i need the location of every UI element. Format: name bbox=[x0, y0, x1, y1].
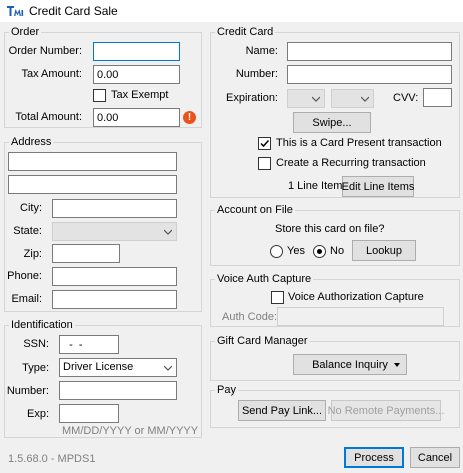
balance-inquiry-label: Balance Inquiry bbox=[312, 358, 388, 371]
card-name-label: Name: bbox=[245, 45, 278, 57]
state-label: State: bbox=[13, 225, 42, 237]
tax-amount-input[interactable] bbox=[93, 65, 180, 84]
credit-card-legend: Credit Card bbox=[215, 26, 276, 38]
exp-input[interactable] bbox=[59, 404, 119, 423]
cvv-label: CVV: bbox=[393, 92, 419, 104]
card-present-checkbox[interactable] bbox=[258, 137, 271, 150]
dropdown-triangle-icon bbox=[394, 363, 400, 367]
version-label: 1.5.68.0 - MPDS1 bbox=[8, 453, 96, 465]
recurring-checkbox[interactable] bbox=[258, 157, 271, 170]
card-number-label: Number: bbox=[235, 68, 278, 80]
tax-exempt-label: Tax Exempt bbox=[111, 89, 169, 101]
chevron-down-icon bbox=[312, 96, 320, 102]
tmi-logo-icon bbox=[6, 4, 24, 18]
warning-icon: ! bbox=[183, 111, 196, 124]
address-line2-input[interactable] bbox=[8, 175, 177, 194]
phone-input[interactable] bbox=[52, 267, 177, 286]
tax-amount-label: Tax Amount: bbox=[21, 68, 82, 80]
total-amount-label: Total Amount: bbox=[15, 111, 82, 123]
exp-month-select[interactable] bbox=[287, 89, 325, 108]
pay-legend: Pay bbox=[215, 384, 238, 396]
store-no-label: No bbox=[330, 245, 345, 257]
account-on-file-legend: Account on File bbox=[215, 204, 295, 216]
line-item-count: 1 Line Item bbox=[288, 180, 343, 192]
ssn-input[interactable] bbox=[59, 335, 119, 354]
address-line1-input[interactable] bbox=[8, 152, 177, 171]
order-number-label: Order Number: bbox=[8, 45, 82, 57]
address-legend: Address bbox=[9, 136, 54, 148]
order-number-input[interactable] bbox=[93, 42, 180, 61]
no-remote-payments-button[interactable]: No Remote Payments... bbox=[328, 400, 444, 421]
voice-auth-legend: Voice Auth Capture bbox=[215, 273, 314, 285]
cancel-button[interactable]: Cancel bbox=[410, 447, 460, 468]
card-number-input[interactable] bbox=[287, 65, 452, 84]
window-title: Credit Card Sale bbox=[29, 4, 118, 18]
gift-card-legend: Gift Card Manager bbox=[215, 335, 310, 347]
voice-auth-label: Voice Authorization Capture bbox=[288, 291, 424, 303]
recurring-label: Create a Recurring transaction bbox=[276, 157, 426, 169]
title-bar: Credit Card Sale bbox=[0, 0, 463, 22]
tax-exempt-checkbox[interactable] bbox=[93, 89, 106, 102]
balance-inquiry-button[interactable]: Balance Inquiry bbox=[293, 354, 407, 375]
exp-year-select[interactable] bbox=[331, 89, 374, 108]
id-number-input[interactable] bbox=[59, 381, 177, 400]
state-select[interactable] bbox=[52, 222, 177, 241]
voice-auth-checkbox[interactable] bbox=[271, 291, 284, 304]
store-no-radio[interactable] bbox=[313, 245, 326, 258]
chevron-down-icon bbox=[164, 365, 172, 371]
type-label: Type: bbox=[22, 362, 49, 374]
send-pay-link-button[interactable]: Send Pay Link... bbox=[238, 400, 326, 421]
identification-legend: Identification bbox=[9, 319, 75, 331]
lookup-button[interactable]: Lookup bbox=[352, 240, 416, 261]
store-card-question: Store this card on file? bbox=[275, 223, 385, 235]
account-on-file-group bbox=[210, 210, 460, 266]
edit-line-items-button[interactable]: Edit Line Items bbox=[342, 176, 414, 197]
cvv-input[interactable] bbox=[423, 88, 452, 107]
card-name-input[interactable] bbox=[287, 42, 452, 61]
city-label: City: bbox=[20, 202, 42, 214]
chevron-down-icon bbox=[164, 229, 172, 235]
zip-input[interactable] bbox=[52, 244, 120, 263]
zip-label: Zip: bbox=[23, 248, 42, 260]
phone-label: Phone: bbox=[7, 270, 42, 282]
card-present-label: This is a Card Present transaction bbox=[276, 137, 442, 149]
order-legend: Order bbox=[9, 26, 42, 38]
total-amount-input[interactable] bbox=[93, 108, 180, 127]
store-yes-label: Yes bbox=[287, 245, 305, 257]
id-type-select[interactable]: Driver License bbox=[59, 358, 177, 377]
city-input[interactable] bbox=[52, 199, 177, 218]
radio-selected-dot bbox=[317, 249, 322, 254]
exp-label: Exp: bbox=[26, 408, 49, 420]
exp-format-hint: MM/DD/YYYY or MM/YYYY bbox=[62, 425, 199, 437]
id-type-value: Driver License bbox=[63, 361, 134, 373]
auth-code-label: Auth Code: bbox=[222, 311, 278, 323]
checkmark-icon bbox=[260, 139, 270, 148]
expiration-label: Expiration: bbox=[226, 92, 278, 104]
email-label: Email: bbox=[11, 293, 42, 305]
auth-code-input[interactable] bbox=[277, 307, 444, 326]
ssn-label: SSN: bbox=[23, 338, 49, 350]
store-yes-radio[interactable] bbox=[270, 245, 283, 258]
chevron-down-icon bbox=[361, 96, 369, 102]
email-input[interactable] bbox=[52, 290, 177, 309]
process-button[interactable]: Process bbox=[344, 447, 404, 468]
id-number-label: Number: bbox=[6, 385, 49, 397]
swipe-button[interactable]: Swipe... bbox=[293, 112, 371, 133]
